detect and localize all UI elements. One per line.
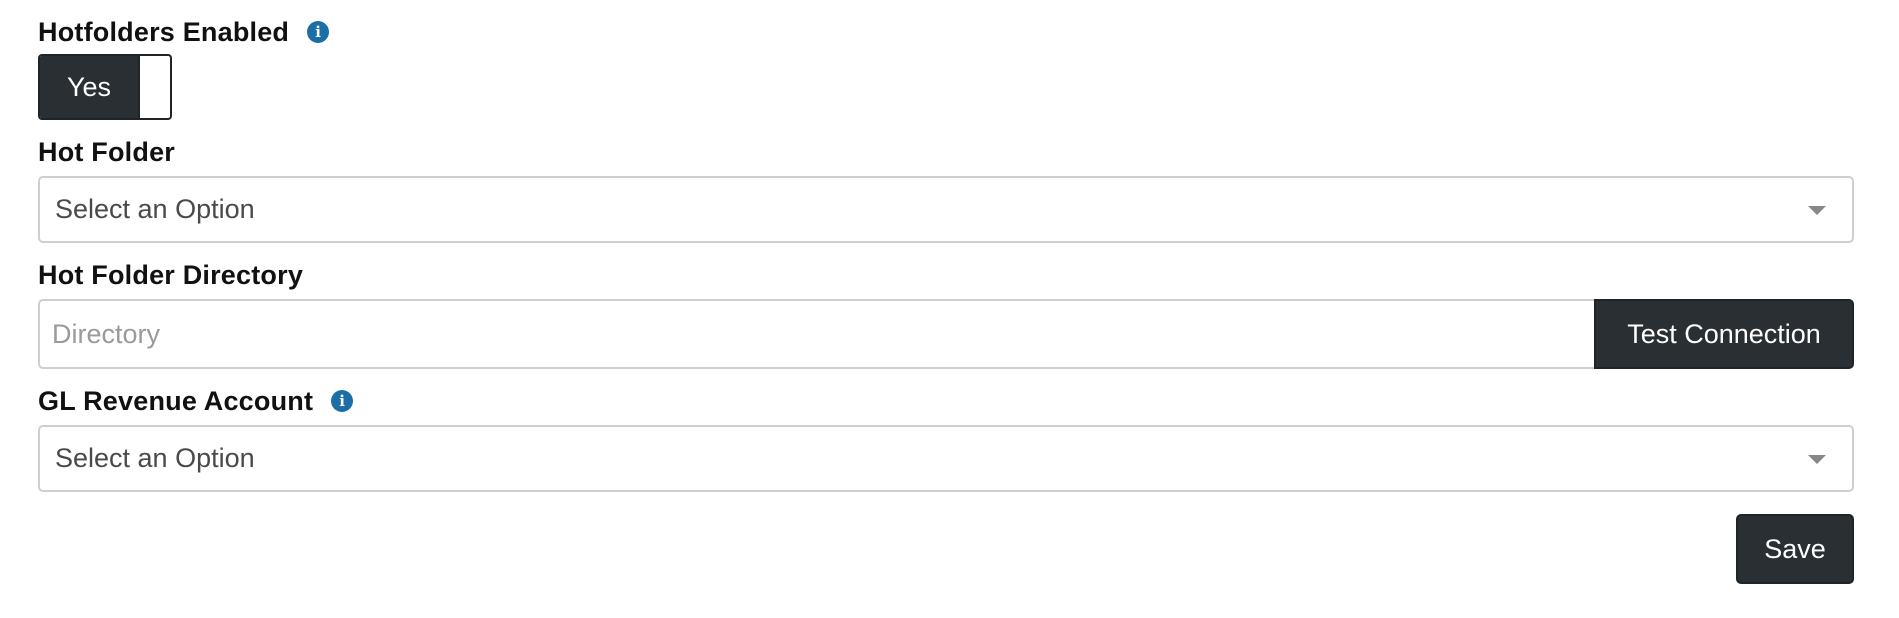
hot-folder-directory-label: Hot Folder Directory <box>38 259 304 290</box>
gl-revenue-account-select-value: Select an Option <box>55 443 255 473</box>
hot-folder-label-row: Hot Folder <box>38 132 1854 172</box>
chevron-down-icon <box>1808 205 1826 215</box>
form-actions: Save <box>38 514 1854 584</box>
hotfolder-settings-form: Hotfolders Enabled i Yes Hot Folder Sele… <box>38 0 1854 584</box>
gl-revenue-account-label: GL Revenue Account <box>38 385 314 416</box>
hot-folder-label: Hot Folder <box>38 136 175 167</box>
test-connection-button[interactable]: Test Connection <box>1594 299 1854 369</box>
hot-folder-directory-label-row: Hot Folder Directory <box>38 255 1854 295</box>
hotfolders-enabled-toggle[interactable]: Yes <box>38 54 172 120</box>
gl-revenue-account-label-row: GL Revenue Account i <box>38 381 1854 421</box>
hotfolders-enabled-label-row: Hotfolders Enabled i <box>38 12 1854 52</box>
toggle-on-label: Yes <box>40 56 138 118</box>
hotfolders-enabled-label: Hotfolders Enabled <box>38 16 290 47</box>
directory-input[interactable] <box>38 299 1594 369</box>
gl-revenue-account-select[interactable]: Select an Option <box>38 425 1854 492</box>
info-icon[interactable]: i <box>307 21 330 43</box>
info-icon[interactable]: i <box>331 390 354 412</box>
hot-folder-directory-group: Test Connection <box>38 299 1854 369</box>
save-button[interactable]: Save <box>1736 514 1854 584</box>
toggle-knob <box>138 56 170 118</box>
hot-folder-select-value: Select an Option <box>55 194 255 224</box>
chevron-down-icon <box>1808 454 1826 464</box>
hot-folder-select[interactable]: Select an Option <box>38 176 1854 243</box>
